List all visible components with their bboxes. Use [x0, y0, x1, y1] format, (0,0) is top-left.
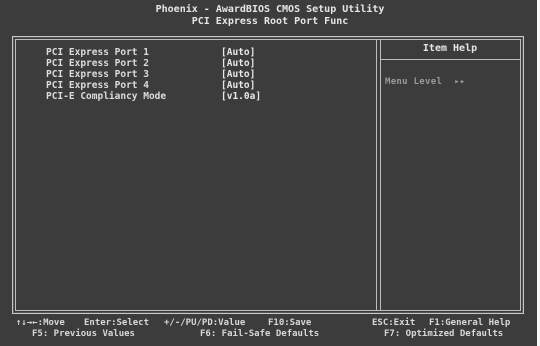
setting-label: PCI Express Port 3: [46, 69, 149, 80]
key-help-footer: ↑↓→←:Move Enter:Select +/-/PU/PD:Value F…: [12, 318, 532, 340]
key-exit: ESC:Exit: [372, 318, 416, 328]
setting-pcie-port-1[interactable]: PCI Express Port 1 [Auto]: [46, 47, 366, 58]
settings-list: PCI Express Port 1 [Auto] PCI Express Po…: [46, 47, 366, 102]
setting-value[interactable]: [Auto]: [221, 47, 255, 58]
panel-divider: [376, 39, 381, 311]
bios-screen: Phoenix - AwardBIOS CMOS Setup Utility P…: [0, 0, 540, 346]
setting-value[interactable]: [Auto]: [221, 58, 255, 69]
page-title: PCI Express Root Port Func: [191, 16, 349, 27]
key-fail-safe-defaults: F6: Fail-Safe Defaults: [200, 329, 320, 339]
title-bar: Phoenix - AwardBIOS CMOS Setup Utility P…: [0, 4, 540, 28]
key-previous-values: F5: Previous Values: [32, 329, 135, 339]
setting-pcie-compliancy-mode[interactable]: PCI-E Compliancy Mode [v1.0a]: [46, 91, 366, 102]
setting-label: PCI Express Port 1: [46, 47, 149, 58]
setting-label: PCI-E Compliancy Mode: [46, 91, 167, 102]
key-general-help: F1:General Help: [429, 318, 511, 328]
setting-pcie-port-3[interactable]: PCI Express Port 3 [Auto]: [46, 69, 366, 80]
menu-level-arrows-icon: ▸▸: [454, 77, 466, 87]
key-move: ↑↓→←:Move: [16, 318, 65, 328]
menu-level-label: Menu Level: [385, 77, 443, 87]
help-header-divider: [380, 59, 520, 60]
key-save: F10:Save: [268, 318, 312, 328]
setting-value[interactable]: [Auto]: [221, 69, 255, 80]
bios-title: Phoenix - AwardBIOS CMOS Setup Utility: [155, 4, 385, 15]
item-help-title: Item Help: [422, 43, 478, 54]
footer-row-1: ↑↓→←:Move Enter:Select +/-/PU/PD:Value F…: [12, 318, 532, 329]
key-select: Enter:Select: [84, 318, 150, 328]
setting-label: PCI Express Port 4: [46, 80, 149, 91]
key-value: +/-/PU/PD:Value: [164, 318, 246, 328]
main-frame: PCI Express Port 1 [Auto] PCI Express Po…: [12, 36, 524, 314]
menu-level-text: Menu Level ▸▸: [385, 77, 466, 87]
setting-pcie-port-4[interactable]: PCI Express Port 4 [Auto]: [46, 80, 366, 91]
footer-row-2: F5: Previous Values F6: Fail-Safe Defaul…: [12, 329, 532, 340]
setting-pcie-port-2[interactable]: PCI Express Port 2 [Auto]: [46, 58, 366, 69]
setting-label: PCI Express Port 2: [46, 58, 149, 69]
key-optimized-defaults: F7: Optimized Defaults: [384, 329, 504, 339]
setting-value[interactable]: [v1.0a]: [221, 91, 261, 102]
setting-value[interactable]: [Auto]: [221, 80, 255, 91]
